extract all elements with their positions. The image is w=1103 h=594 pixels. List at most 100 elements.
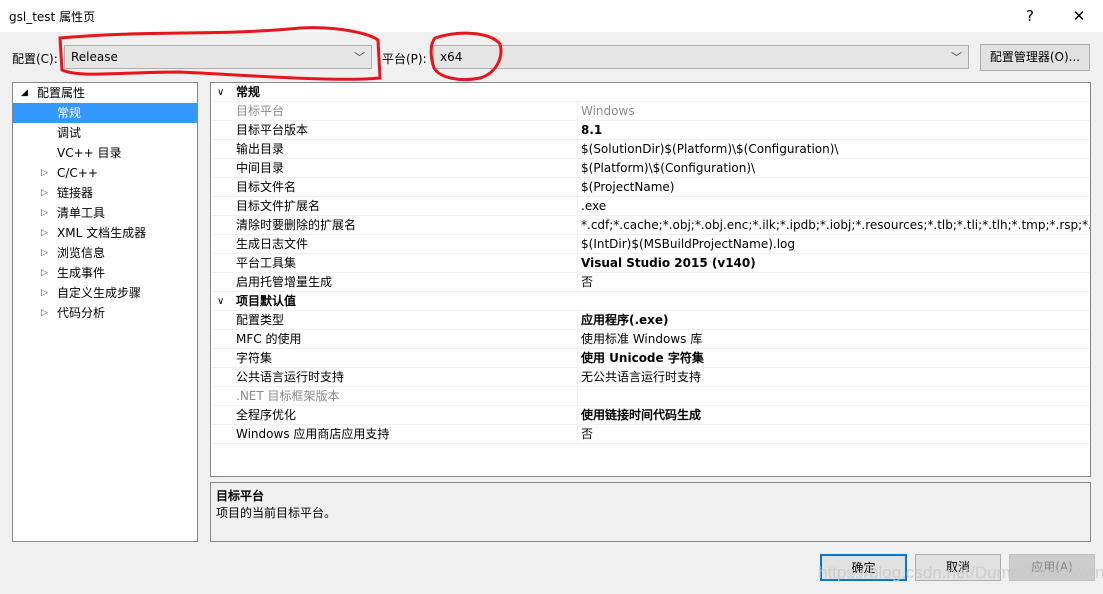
platform-label: 平台(P): bbox=[382, 52, 427, 66]
tree-root[interactable]: ◢ 配置属性 bbox=[13, 83, 197, 103]
chevron-down-icon: ﹀ bbox=[951, 51, 962, 64]
tree-item-label: 自定义生成步骤 bbox=[57, 286, 142, 300]
window-title: gsl_test 属性页 bbox=[9, 10, 96, 24]
tree-item[interactable]: ▷ 自定义生成步骤 bbox=[13, 283, 197, 303]
property-value[interactable]: $(SolutionDir)$(Platform)\$(Configuratio… bbox=[581, 140, 838, 159]
property-value[interactable]: 使用 Unicode 字符集 bbox=[581, 349, 704, 368]
description-panel: 目标平台 项目的当前目标平台。 bbox=[210, 482, 1091, 542]
config-value: Release bbox=[71, 50, 118, 64]
expand-arrow-icon[interactable]: ▷ bbox=[41, 223, 48, 243]
property-name: 配置类型 bbox=[236, 311, 578, 330]
property-row[interactable]: 中间目录 $(Platform)\$(Configuration)\ bbox=[211, 159, 1090, 178]
property-row[interactable]: Windows 应用商店应用支持否 bbox=[211, 425, 1090, 444]
close-button[interactable]: ✕ bbox=[1064, 4, 1094, 28]
tree-item-label: 常规 bbox=[57, 106, 82, 120]
expand-arrow-icon[interactable]: ▷ bbox=[41, 183, 48, 203]
property-row[interactable]: 清除时要删除的扩展名 *.cdf;*.cache;*.obj;*.obj.enc;… bbox=[211, 216, 1090, 235]
tree-item-label: VC++ 目录 bbox=[57, 146, 122, 160]
property-value[interactable]: 8.1 bbox=[581, 121, 602, 140]
tree-item[interactable]: ▷ C/C++ bbox=[13, 163, 197, 183]
property-name: MFC 的使用 bbox=[236, 330, 578, 349]
property-name: 中间目录 bbox=[236, 159, 578, 178]
property-row[interactable]: 平台工具集 Visual Studio 2015 (v140) bbox=[211, 254, 1090, 273]
expand-arrow-icon[interactable]: ▷ bbox=[41, 283, 48, 303]
category-header[interactable]: ∨ 项目默认值 bbox=[211, 292, 1090, 311]
property-name: 启用托管增量生成 bbox=[236, 273, 578, 292]
property-row[interactable]: 公共语言运行时支持 无公共语言运行时支持 bbox=[211, 368, 1090, 387]
expand-arrow-icon[interactable]: ▷ bbox=[41, 263, 48, 283]
expand-arrow-icon[interactable]: ▷ bbox=[41, 243, 48, 263]
property-row[interactable]: MFC 的使用 使用标准 Windows 库 bbox=[211, 330, 1090, 349]
property-name: 目标平台版本 bbox=[236, 121, 578, 140]
property-row[interactable]: 目标平台 Windows bbox=[211, 102, 1090, 121]
config-dropdown[interactable]: Release ﹀ bbox=[64, 45, 372, 69]
property-value[interactable]: .exe bbox=[581, 197, 606, 216]
property-value[interactable]: 使用链接时间代码生成 bbox=[581, 406, 701, 425]
platform-dropdown[interactable]: x64 ﹀ bbox=[433, 45, 969, 69]
tree-item[interactable]: ▷ 生成事件 bbox=[13, 263, 197, 283]
property-row[interactable]: 生成日志文件 $(IntDir)$(MSBuildProjectName).log bbox=[211, 235, 1090, 254]
property-row[interactable]: 目标文件名 $(ProjectName) bbox=[211, 178, 1090, 197]
watermark: https://blog.csdn.net/DumpDoctorWang bbox=[818, 563, 1103, 582]
property-name: 平台工具集 bbox=[236, 254, 578, 273]
tree-item[interactable]: 调试 bbox=[13, 123, 197, 143]
config-manager-button[interactable]: 配置管理器(O)... bbox=[980, 44, 1090, 71]
property-row[interactable]: 输出目录 $(SolutionDir)$(Platform)\$(Configur… bbox=[211, 140, 1090, 159]
property-value[interactable]: 否 bbox=[581, 425, 593, 444]
tree-item[interactable]: ▷ 清单工具 bbox=[13, 203, 197, 223]
title-bar: gsl_test 属性页 ? ✕ bbox=[0, 0, 1103, 32]
property-value[interactable]: 使用标准 Windows 库 bbox=[581, 330, 702, 349]
tree-item-label: 浏览信息 bbox=[57, 246, 106, 260]
help-button[interactable]: ? bbox=[1015, 4, 1045, 28]
property-row[interactable]: 目标平台版本 8.1 bbox=[211, 121, 1090, 140]
property-name: 目标文件名 bbox=[236, 178, 578, 197]
property-name: 输出目录 bbox=[236, 140, 578, 159]
chevron-down-icon[interactable]: ∨ bbox=[217, 292, 224, 311]
property-grid[interactable]: ∨ 常规目标平台 Windows 目标平台版本 8.1 输出目录 $(SolutionDir… bbox=[210, 82, 1091, 477]
property-name: 清除时要删除的扩展名 bbox=[236, 216, 578, 235]
property-value[interactable]: $(ProjectName) bbox=[581, 178, 674, 197]
property-name: 字符集 bbox=[236, 349, 578, 368]
property-value[interactable]: $(IntDir)$(MSBuildProjectName).log bbox=[581, 235, 795, 254]
property-name: 全程序优化 bbox=[236, 406, 578, 425]
expand-arrow-icon[interactable]: ▷ bbox=[41, 303, 48, 323]
chevron-down-icon[interactable]: ∨ bbox=[217, 83, 224, 102]
chevron-down-icon: ﹀ bbox=[354, 51, 365, 64]
tree-item[interactable]: ▷ XML 文档生成器 bbox=[13, 223, 197, 243]
tree-item-label: 链接器 bbox=[57, 186, 94, 200]
expand-arrow-icon[interactable]: ▷ bbox=[41, 163, 48, 183]
property-row[interactable]: 字符集 使用 Unicode 字符集 bbox=[211, 349, 1090, 368]
property-value[interactable]: 应用程序(.exe) bbox=[581, 311, 669, 330]
tree-item[interactable]: ▷ 链接器 bbox=[13, 183, 197, 203]
property-name: 生成日志文件 bbox=[236, 235, 578, 254]
tree-item-label: 调试 bbox=[57, 126, 82, 140]
tree-item[interactable]: 常规 bbox=[13, 103, 197, 123]
property-value[interactable]: 否 bbox=[581, 273, 593, 292]
tree-item-label: 代码分析 bbox=[57, 306, 106, 320]
property-value[interactable]: Visual Studio 2015 (v140) bbox=[581, 254, 756, 273]
config-label: 配置(C): bbox=[12, 52, 58, 66]
tree-item-label: 生成事件 bbox=[57, 266, 106, 280]
property-row[interactable]: 目标文件扩展名 .exe bbox=[211, 197, 1090, 216]
property-name: 公共语言运行时支持 bbox=[236, 368, 578, 387]
property-row[interactable]: 配置类型 应用程序(.exe) bbox=[211, 311, 1090, 330]
property-value[interactable]: *.cdf;*.cache;*.obj;*.obj.enc;*.ilk;*.ip… bbox=[581, 216, 1090, 235]
tree-item[interactable]: ▷ 浏览信息 bbox=[13, 243, 197, 263]
property-value[interactable]: Windows bbox=[581, 102, 635, 121]
property-name: .NET 目标框架版本 bbox=[236, 387, 578, 406]
property-name: 目标平台 bbox=[236, 102, 578, 121]
property-row[interactable]: 全程序优化 使用链接时间代码生成 bbox=[211, 406, 1090, 425]
property-row[interactable]: 启用托管增量生成否 bbox=[211, 273, 1090, 292]
property-row[interactable]: .NET 目标框架版本 bbox=[211, 387, 1090, 406]
description-text: 项目的当前目标平台。 bbox=[216, 506, 337, 520]
property-tree[interactable]: ◢ 配置属性 常规 调试 VC++ 目录 ▷ C/C++ ▷ 链接器 ▷ 清单工具 ▷ XML 文档生… bbox=[12, 82, 198, 542]
property-value[interactable]: $(Platform)\$(Configuration)\ bbox=[581, 159, 755, 178]
tree-item[interactable]: ▷ 代码分析 bbox=[13, 303, 197, 323]
tree-item[interactable]: VC++ 目录 bbox=[13, 143, 197, 163]
expand-arrow-icon[interactable]: ▷ bbox=[41, 203, 48, 223]
category-header[interactable]: ∨ 常规 bbox=[211, 83, 1090, 102]
property-name: Windows 应用商店应用支持 bbox=[236, 425, 578, 444]
category-title: 常规 bbox=[236, 85, 261, 99]
property-name: 目标文件扩展名 bbox=[236, 197, 578, 216]
property-value[interactable]: 无公共语言运行时支持 bbox=[581, 368, 701, 387]
